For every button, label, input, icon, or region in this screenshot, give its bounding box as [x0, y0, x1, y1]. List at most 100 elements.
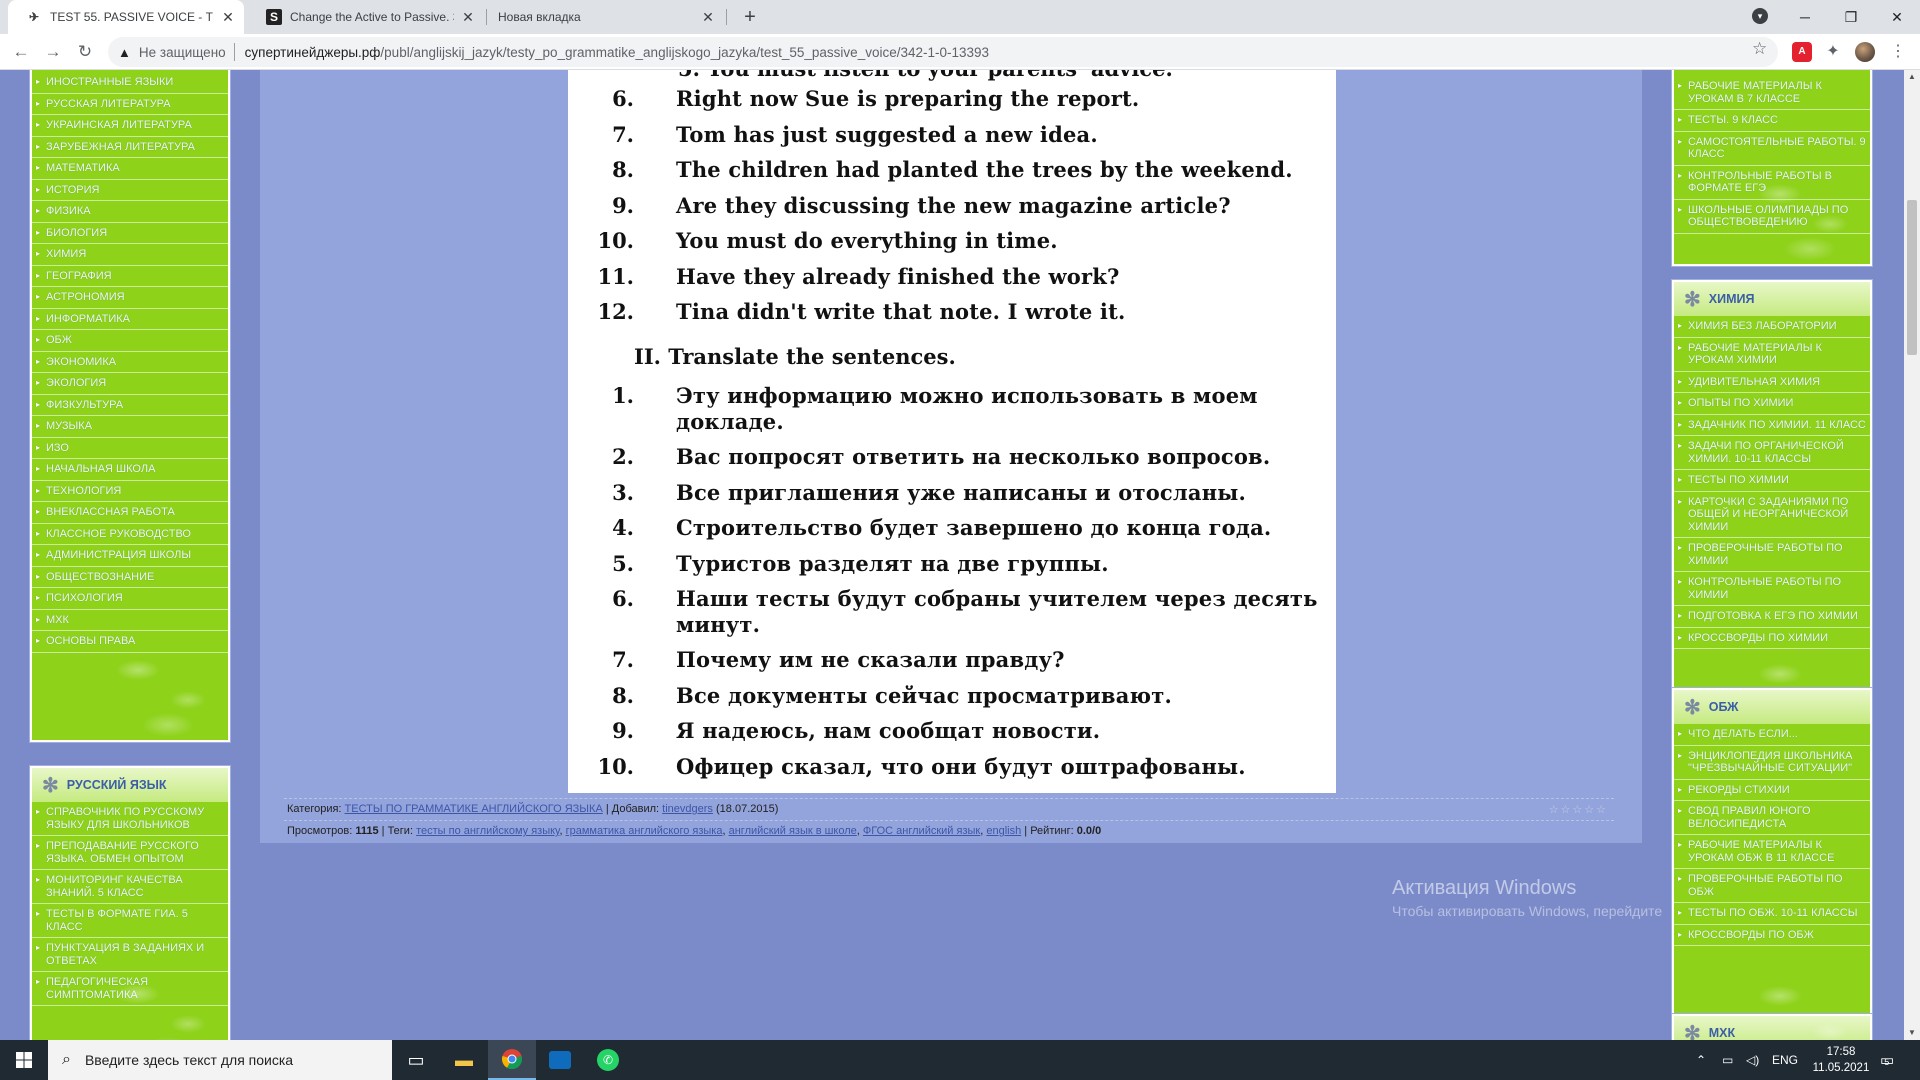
sidebar-menu-item[interactable]: ХИМИЯ [32, 244, 228, 266]
outlook-icon[interactable] [536, 1040, 584, 1080]
windows-start-icon[interactable] [0, 1040, 48, 1080]
sidebar-menu-item[interactable]: РАБОЧИЕ МАТЕРИАЛЫ К УРОКАМ ХИМИИ [1674, 338, 1870, 372]
sidebar-menu-item[interactable]: ВНЕКЛАССНАЯ РАБОТА [32, 502, 228, 524]
sidebar-menu-item[interactable]: РАБОЧИЕ МАТЕРИАЛЫ К УРОКАМ ОБЖ В 11 КЛАС… [1674, 835, 1870, 869]
sidebar-menu-item[interactable]: ОБЖ [32, 330, 228, 352]
taskbar-search[interactable]: ⌕ Введите здесь текст для поиска [48, 1040, 392, 1080]
sidebar-menu-item[interactable]: ТЕСТЫ ПО ХИМИИ [1674, 470, 1870, 492]
sidebar-menu-item[interactable]: ФИЗИКА [32, 201, 228, 223]
sidebar-menu-item[interactable]: ПСИХОЛОГИЯ [32, 588, 228, 610]
sidebar-menu-item[interactable]: МАТЕМАТИКА [32, 158, 228, 180]
sidebar-menu-item[interactable]: ПУНКТУАЦИЯ В ЗАДАНИЯХ И ОТВЕТАХ [32, 938, 228, 972]
sidebar-menu-item[interactable]: ШКОЛЬНЫЕ ОЛИМПИАДЫ ПО ОБЩЕСТВОВЕДЕНИЮ [1674, 200, 1870, 234]
sidebar-menu-item[interactable]: СПРАВОЧНИК ПО РУССКОМУ ЯЗЫКУ ДЛЯ ШКОЛЬНИ… [32, 802, 228, 836]
sidebar-menu-item[interactable]: ГЕОГРАФИЯ [32, 266, 228, 287]
sidebar-menu-item[interactable]: ПРОВЕРОЧНЫЕ РАБОТЫ ПО ОБЖ [1674, 869, 1870, 903]
sidebar-menu-item[interactable]: ОСНОВЫ ПРАВА [32, 631, 228, 653]
scroll-up-icon[interactable]: ▲ [1904, 70, 1920, 84]
tag-link[interactable]: английский язык в школе [729, 825, 857, 837]
sidebar-menu-item[interactable]: МОНИТОРИНГ КАЧЕСТВА ЗНАНИЙ. 5 КЛАСС [32, 870, 228, 904]
system-clock[interactable]: 17:58 11.05.2021 [1806, 1044, 1876, 1076]
reload-icon[interactable]: ↻ [72, 39, 98, 65]
panel-header[interactable]: ✻ ОБЖ [1674, 690, 1870, 724]
notification-center-icon[interactable]: ▭5 [1880, 1051, 1894, 1069]
sidebar-menu-item[interactable]: СВОД ПРАВИЛ ЮНОГО ВЕЛОСИПЕДИСТА [1674, 801, 1870, 835]
volume-icon[interactable]: ◁) [1746, 1040, 1759, 1080]
close-tab-icon[interactable]: ✕ [460, 9, 476, 25]
vertical-scrollbar[interactable]: ▲ ▼ [1904, 70, 1920, 1040]
close-tab-icon[interactable]: ✕ [220, 9, 236, 25]
sidebar-menu-item[interactable]: ФИЗКУЛЬТУРА [32, 395, 228, 416]
sidebar-menu-item[interactable]: КАРТОЧКИ С ЗАДАНИЯМИ ПО ОБЩЕЙ И НЕОРГАНИ… [1674, 492, 1870, 538]
sidebar-menu-item[interactable]: ЭКОЛОГИЯ [32, 373, 228, 395]
tab-search-icon[interactable]: ▾ [1752, 8, 1768, 24]
minimize-button[interactable]: ─ [1782, 0, 1828, 34]
sidebar-menu-item[interactable]: КРОССВОРДЫ ПО ХИМИИ [1674, 628, 1870, 649]
restore-button[interactable]: ❐ [1828, 0, 1874, 34]
sidebar-menu-item[interactable]: РЕКОРДЫ СТИХИИ [1674, 780, 1870, 801]
sidebar-menu-item[interactable]: АДМИНИСТРАЦИЯ ШКОЛЫ [32, 545, 228, 567]
tab-new[interactable]: Новая вкладка ✕ [488, 0, 724, 34]
scrollbar-thumb[interactable] [1907, 200, 1917, 355]
sidebar-menu-item[interactable]: ОПЫТЫ ПО ХИМИИ [1674, 393, 1870, 415]
tab-change-active[interactable]: S Change the Active to Passive. За ✕ [248, 0, 484, 34]
sidebar-menu-item[interactable]: УКРАИНСКАЯ ЛИТЕРАТУРА [32, 115, 228, 137]
whatsapp-icon[interactable]: ✆ [584, 1040, 632, 1080]
sidebar-menu-item[interactable]: ТЕСТЫ ПО ОБЖ. 10-11 КЛАССЫ [1674, 903, 1870, 925]
sidebar-menu-item[interactable]: САМОСТОЯТЕЛЬНЫЕ РАБОТЫ. 9 КЛАСС [1674, 132, 1870, 166]
sidebar-menu-item[interactable]: КЛАССНОЕ РУКОВОДСТВО [32, 524, 228, 545]
sidebar-menu-item[interactable]: ИНОСТРАННЫЕ ЯЗЫКИ [32, 72, 228, 94]
profile-avatar[interactable] [1855, 42, 1875, 62]
sidebar-menu-item[interactable]: ЭНЦИКЛОПЕДИЯ ШКОЛЬНИКА "ЧРЕЗВЫЧАЙНЫЕ СИТ… [1674, 746, 1870, 780]
sidebar-menu-item[interactable]: ПЕДАГОГИЧЕСКАЯ СИМПТОМАТИКА [32, 972, 228, 1006]
sidebar-menu-item[interactable]: КОНТРОЛЬНЫЕ РАБОТЫ В ФОРМАТЕ ЕГЭ [1674, 166, 1870, 200]
language-indicator[interactable]: ENG [1772, 1040, 1798, 1080]
panel-header[interactable]: ✻ МХК [1674, 1016, 1870, 1040]
panel-header[interactable]: ✻ ХИМИЯ [1674, 282, 1870, 316]
rating-stars[interactable]: ☆☆☆☆☆ [1549, 803, 1608, 816]
scroll-down-icon[interactable]: ▼ [1904, 1026, 1920, 1040]
pdf-extension-icon[interactable]: A [1792, 42, 1812, 62]
task-view-icon[interactable]: ▭ [392, 1040, 440, 1080]
sidebar-menu-item[interactable]: КОНТРОЛЬНЫЕ РАБОТЫ ПО ХИМИИ [1674, 572, 1870, 606]
extensions-puzzle-icon[interactable]: ✦ [1823, 42, 1843, 62]
sidebar-menu-item[interactable]: ХИМИЯ БЕЗ ЛАБОРАТОРИИ [1674, 316, 1870, 338]
sidebar-menu-item[interactable]: МХК [32, 610, 228, 631]
file-explorer-icon[interactable]: ▬ [440, 1040, 488, 1080]
sidebar-menu-item[interactable]: НАЧАЛЬНАЯ ШКОЛА [32, 459, 228, 481]
chrome-icon[interactable] [488, 1040, 536, 1080]
forward-arrow-icon[interactable]: → [40, 39, 66, 65]
sidebar-menu-item[interactable]: РАБОЧИЕ МАТЕРИАЛЫ К УРОКАМ В 7 КЛАССЕ [1674, 76, 1870, 110]
address-bar[interactable]: ▲ Не защищено супертинейджеры.рф/publ/an… [108, 37, 1778, 67]
sidebar-menu-item[interactable]: РУССКАЯ ЛИТЕРАТУРА [32, 94, 228, 115]
tab-test55[interactable]: ✈ TEST 55. PASSIVE VOICE - ТЕСТЫ ✕ [8, 0, 244, 34]
close-tab-icon[interactable]: ✕ [700, 9, 716, 25]
sidebar-menu-item[interactable]: ПРЕПОДАВАНИЕ РУССКОГО ЯЗЫКА. ОБМЕН ОПЫТО… [32, 836, 228, 870]
close-window-button[interactable]: ✕ [1874, 0, 1920, 34]
sidebar-menu-item[interactable]: ИСТОРИЯ [32, 180, 228, 201]
sidebar-menu-item[interactable]: УДИВИТЕЛЬНАЯ ХИМИЯ [1674, 372, 1870, 393]
sidebar-menu-item[interactable]: КРОССВОРДЫ ПО ОБЖ [1674, 925, 1870, 946]
network-icon[interactable]: ▭ [1722, 1040, 1733, 1080]
sidebar-menu-item[interactable]: ТЕХНОЛОГИЯ [32, 481, 228, 502]
bookmark-star-icon[interactable]: ☆ [1752, 39, 1767, 59]
security-label[interactable]: Не защищено [139, 45, 226, 60]
sidebar-menu-item[interactable]: ПОДГОТОВКА К ЕГЭ ПО ХИМИИ [1674, 606, 1870, 628]
sidebar-menu-item[interactable]: АСТРОНОМИЯ [32, 287, 228, 309]
author-link[interactable]: tinevdgers [662, 803, 713, 815]
kebab-menu-icon[interactable]: ⋮ [1888, 42, 1908, 62]
sidebar-menu-item[interactable]: ТЕСТЫ В ФОРМАТЕ ГИА. 5 КЛАСС [32, 904, 228, 938]
sidebar-menu-item[interactable]: ЗАДАЧНИК ПО ХИМИИ. 11 КЛАСС [1674, 415, 1870, 436]
sidebar-menu-item[interactable]: БИОЛОГИЯ [32, 223, 228, 244]
panel-header[interactable]: ✻ РУССКИЙ ЯЗЫК [32, 768, 228, 802]
tag-link[interactable]: грамматика английского языка [566, 825, 723, 837]
sidebar-menu-item[interactable]: ПРОВЕРОЧНЫЕ РАБОТЫ ПО ХИМИИ [1674, 538, 1870, 572]
sidebar-menu-item[interactable]: ЗАДАЧИ ПО ОРГАНИЧЕСКОЙ ХИМИИ. 10-11 КЛАС… [1674, 436, 1870, 470]
warning-triangle-icon[interactable]: ▲ [118, 45, 131, 60]
sidebar-menu-item[interactable]: ЧТО ДЕЛАТЬ ЕСЛИ... [1674, 724, 1870, 746]
sidebar-menu-item[interactable]: МУЗЫКА [32, 416, 228, 438]
sidebar-menu-item[interactable]: ИЗО [32, 438, 228, 459]
tray-chevron-icon[interactable]: ⌃ [1696, 1040, 1706, 1080]
back-arrow-icon[interactable]: ← [8, 39, 34, 65]
sidebar-menu-item[interactable]: ТЕСТЫ. 9 КЛАСС [1674, 110, 1870, 132]
